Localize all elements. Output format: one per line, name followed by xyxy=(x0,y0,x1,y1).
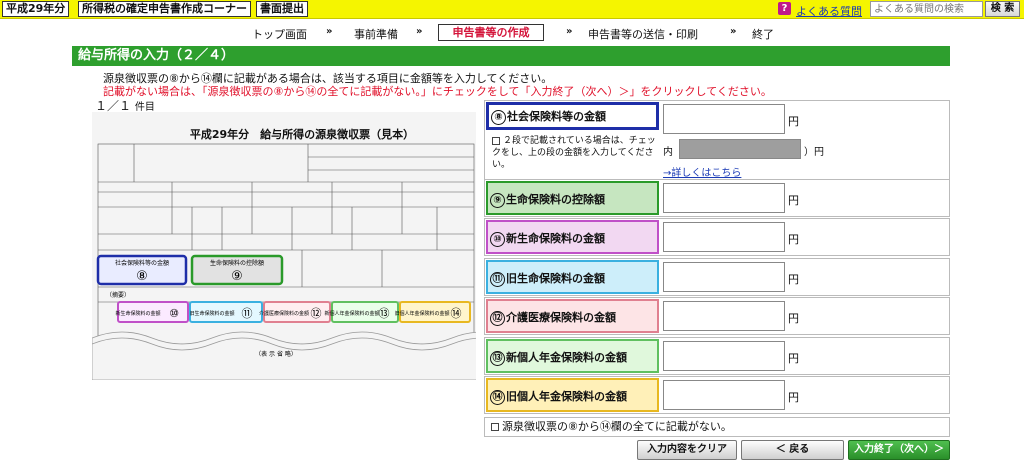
step-arrow-icon: » xyxy=(566,26,573,37)
svg-text:旧個人年金保険料の金額: 旧個人年金保険料の金額 xyxy=(394,310,449,317)
record-counter-value: １／１ xyxy=(95,99,132,113)
label-life-insurance-deduction: ⑨ 生命保険料の控除額 xyxy=(486,181,659,215)
social-insurance-input[interactable] xyxy=(663,104,785,134)
svg-text:⑫: ⑫ xyxy=(311,307,322,320)
number-badge: ⑧ xyxy=(491,109,506,125)
new-pension-insurance-input[interactable] xyxy=(663,341,785,371)
svg-text:⑪: ⑪ xyxy=(242,307,253,320)
old-life-insurance-input[interactable] xyxy=(663,262,785,292)
slip-title: 平成29年分 給与所得の源泉徴収票（見本） xyxy=(190,127,414,141)
slip-number-9: ⑨ xyxy=(231,269,243,284)
new-life-insurance-input[interactable] xyxy=(663,222,785,252)
slip-number-8: ⑧ xyxy=(136,269,148,284)
back-button[interactable]: ＜ 戻る xyxy=(741,440,844,460)
svg-text:⑩: ⑩ xyxy=(169,307,179,320)
two-tier-checkbox-area: ２段で記載されている場合は、チェックをし、上の段の金額を入力してください。 xyxy=(492,135,657,171)
row-old-life-insurance: ⑪ 旧生命保険料の金額 円 xyxy=(484,258,950,296)
label-care-medical-insurance: ⑫ 介護医療保険料の金額 xyxy=(486,299,659,333)
year-tab: 平成29年分 xyxy=(2,1,70,17)
search-button[interactable]: 検 索 xyxy=(985,1,1020,17)
no-entry-checkbox[interactable] xyxy=(491,423,499,431)
no-entry-checkbox-label: 源泉徴収票の⑧から⑭欄の全てに記載がない。 xyxy=(502,420,732,433)
svg-text:介護医療保険料の金額: 介護医療保険料の金額 xyxy=(259,310,309,317)
yen-unit: 円 xyxy=(788,115,799,128)
label-new-life-insurance: ⑩ 新生命保険料の金額 xyxy=(486,220,659,254)
svg-text:⑭: ⑭ xyxy=(451,307,462,320)
old-pension-insurance-input[interactable] xyxy=(663,380,785,410)
step-send-print: 申告書等の送信・印刷 xyxy=(588,28,698,41)
step-arrow-icon: » xyxy=(416,26,423,37)
instruction-warning: 記載がない場合は、「源泉徴収票の⑧から⑭の全てに記載がない。」にチェックをして「… xyxy=(103,85,772,98)
faq-search-input[interactable] xyxy=(870,1,983,17)
detail-link[interactable]: →詳しくはこちら xyxy=(663,164,741,179)
row-care-medical-insurance: ⑫ 介護医療保険料の金額 円 xyxy=(484,297,950,335)
life-insurance-deduction-input[interactable] xyxy=(663,183,785,213)
label-social-insurance: ⑧ 社会保険料等の金額 xyxy=(486,102,659,130)
two-tier-checkbox[interactable] xyxy=(492,136,500,145)
svg-text:生命保険料の控除額: 生命保険料の控除額 xyxy=(210,259,264,267)
svg-text:旧生命保険料の金額: 旧生命保険料の金額 xyxy=(189,310,234,317)
step-end: 終了 xyxy=(752,28,774,41)
row-old-pension-insurance: ⑭ 旧個人年金保険料の金額 円 xyxy=(484,376,950,414)
row-new-life-insurance: ⑩ 新生命保険料の金額 円 xyxy=(484,218,950,256)
page-title: 給与所得の入力（２／４） xyxy=(72,46,950,66)
top-bar: 平成29年分 所得税の確定申告書作成コーナー 書面提出 ? よくある質問 検 索 xyxy=(0,0,1024,19)
help-question-icon[interactable]: ? xyxy=(778,2,791,15)
clear-button[interactable]: 入力内容をクリア xyxy=(637,440,737,460)
step-preparation: 事前準備 xyxy=(354,28,398,41)
step-arrow-icon: » xyxy=(326,26,333,37)
no-entry-checkbox-row[interactable]: 源泉徴収票の⑧から⑭欄の全てに記載がない。 xyxy=(484,417,950,437)
svg-text:（表 示 省 略）: （表 示 省 略） xyxy=(255,350,297,358)
care-medical-insurance-input[interactable] xyxy=(663,301,785,331)
withholding-slip-figure: 平成29年分 給与所得の源泉徴収票（見本） 社会保険料等の金額 ⑧ 生命保険料の… xyxy=(91,112,513,381)
svg-text:新生命保険料の金額: 新生命保険料の金額 xyxy=(115,310,160,317)
next-button[interactable]: 入力終了（次へ）＞ xyxy=(848,440,950,460)
svg-text:（摘要）: （摘要） xyxy=(106,291,130,299)
step-arrow-icon: » xyxy=(730,26,737,37)
faq-link[interactable]: よくある質問 xyxy=(796,3,862,19)
row-life-insurance-deduction: ⑨ 生命保険料の控除額 円 xyxy=(484,179,950,217)
svg-text:新個人年金保険料の金額: 新個人年金保険料の金額 xyxy=(324,310,379,317)
label-new-pension-insurance: ⑬ 新個人年金保険料の金額 xyxy=(486,339,659,373)
inner-amount-input xyxy=(679,139,801,159)
row-new-pension-insurance: ⑬ 新個人年金保険料の金額 円 xyxy=(484,337,950,375)
label-old-life-insurance: ⑪ 旧生命保険料の金額 xyxy=(486,260,659,294)
corner-tab[interactable]: 所得税の確定申告書作成コーナー xyxy=(78,1,251,17)
inner-amount-unit: ）円 xyxy=(804,147,824,158)
svg-text:社会保険料等の金額: 社会保険料等の金額 xyxy=(115,259,169,267)
row-social-insurance: ⑧ 社会保険料等の金額 円 ２段で記載されている場合は、チェックをし、上の段の金額… xyxy=(484,100,950,180)
step-create-current: 申告書等の作成 xyxy=(438,24,544,41)
two-tier-checkbox-label: ２段で記載されている場合は、チェックをし、上の段の金額を入力してください。 xyxy=(492,136,656,170)
step-top: トップ画面 xyxy=(252,28,307,41)
submit-tab[interactable]: 書面提出 xyxy=(256,1,308,17)
svg-text:⑬: ⑬ xyxy=(379,307,390,320)
label-old-pension-insurance: ⑭ 旧個人年金保険料の金額 xyxy=(486,378,659,412)
withholding-slip-image: 平成29年分 給与所得の源泉徴収票（見本） 社会保険料等の金額 ⑧ 生命保険料の… xyxy=(91,112,513,381)
step-navigation: トップ画面 » 事前準備 » 申告書等の作成 » 申告書等の送信・印刷 » 終了 xyxy=(0,22,1024,42)
